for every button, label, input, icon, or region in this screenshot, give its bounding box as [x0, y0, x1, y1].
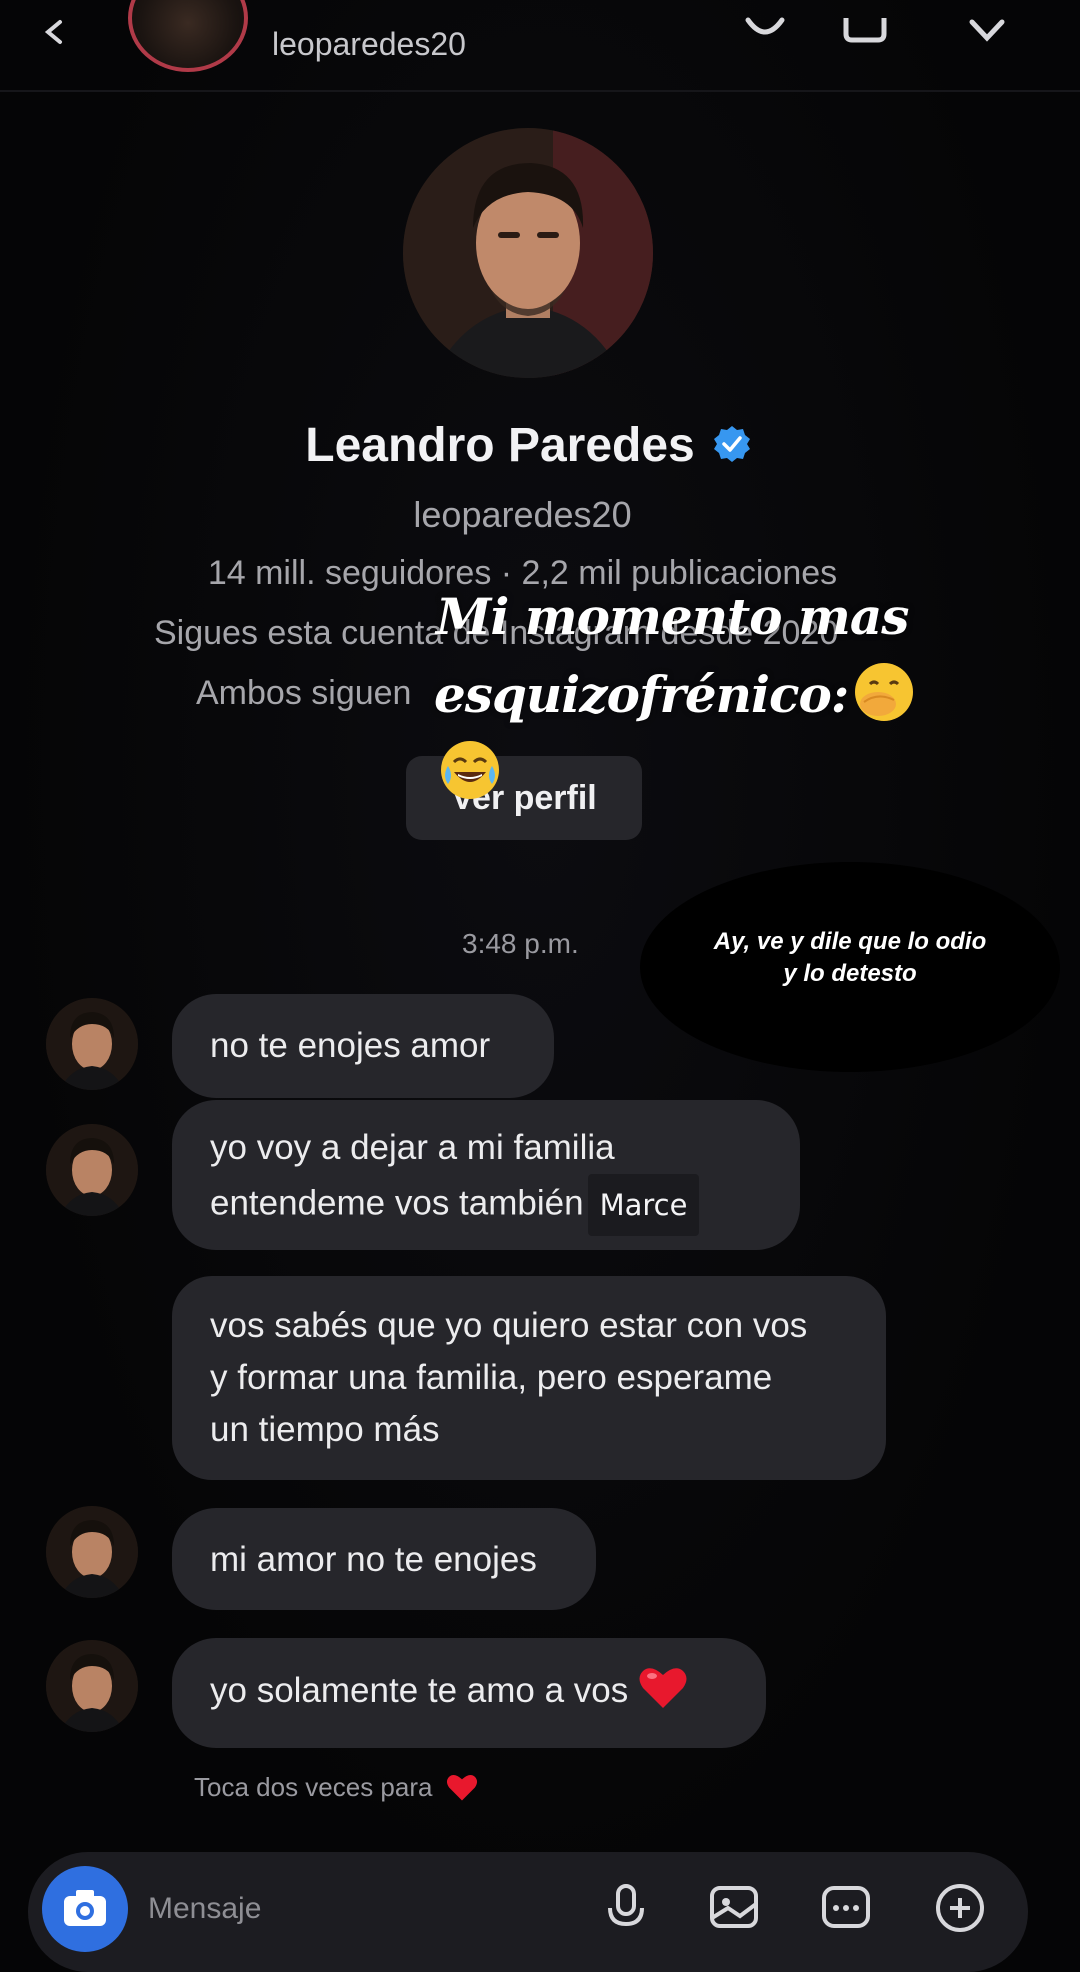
caption-line2: y lo detesto	[783, 960, 917, 987]
call-icon[interactable]	[740, 14, 790, 50]
caption-text: Ay, ve y dile que lo odio y lo detesto	[640, 926, 1060, 990]
message-line: y formar una familia, pero esperame	[210, 1358, 773, 1397]
message-line: un tiempo más	[210, 1410, 440, 1449]
hand-over-mouth-emoji-icon	[855, 663, 914, 721]
caption-line1: Ay, ve y dile que lo odio	[713, 928, 987, 955]
overlay-title: Mi momento mas esquizofrénico:	[434, 578, 976, 812]
message-line-wrap: entendeme vos también Marce	[210, 1174, 762, 1236]
reaction-hint-text: Toca dos veces para	[194, 1772, 433, 1802]
red-heart-icon	[639, 1668, 687, 1708]
reaction-hint: Toca dos veces para	[194, 1772, 478, 1803]
screen: leoparedes20 Leandro Paredes leoparedes2…	[0, 0, 1080, 1972]
sender-avatar[interactable]	[46, 1506, 138, 1598]
profile-photo	[403, 128, 653, 378]
header-username[interactable]: leoparedes20	[272, 26, 466, 63]
avatar-photo	[46, 1506, 138, 1598]
message-line: entendeme vos también	[210, 1183, 584, 1223]
profile-handle: leoparedes20	[413, 494, 632, 535]
back-arrow-icon[interactable]	[40, 18, 68, 46]
message-timestamp: 3:48 p.m.	[462, 928, 579, 959]
sender-avatar[interactable]	[46, 998, 138, 1090]
add-icon[interactable]	[932, 1878, 988, 1934]
message-bubble[interactable]: vos sabés que yo quiero estar con vos y …	[172, 1276, 886, 1480]
overlay-title-line1: Mi momento mas	[436, 587, 909, 646]
message-bubble[interactable]: yo solamente te amo a vos	[172, 1638, 766, 1748]
message-line: vos sabés que yo quiero estar con vos	[210, 1306, 808, 1345]
avatar-photo	[46, 998, 138, 1090]
tears-of-joy-emoji-icon	[441, 741, 499, 799]
message-bubble[interactable]: mi amor no te enojes	[172, 1508, 596, 1610]
video-call-icon[interactable]	[840, 14, 890, 50]
profile-name: Leandro Paredes	[305, 419, 695, 472]
camera-icon	[64, 1890, 106, 1926]
sender-avatar[interactable]	[46, 1124, 138, 1216]
small-heart-icon	[446, 1775, 477, 1801]
mutual-followers-text: Ambos siguen	[196, 674, 412, 712]
message-line: yo voy a dejar a mi familia	[210, 1128, 615, 1167]
sender-avatar[interactable]	[46, 1640, 138, 1732]
chevron-down-icon[interactable]	[962, 14, 1012, 50]
name-tag: Marce	[587, 1174, 700, 1236]
message-bubble[interactable]: no te enojes amor	[172, 994, 554, 1098]
message-input[interactable]: Mensaje	[148, 1892, 261, 1926]
message-bubble[interactable]: yo voy a dejar a mi familia entendeme vo…	[172, 1100, 800, 1250]
profile-avatar[interactable]	[403, 128, 653, 378]
message-text: mi amor no te enojes	[210, 1540, 537, 1579]
overlay-title-line2: esquizofrénico:	[434, 665, 849, 724]
verified-badge-icon	[714, 426, 750, 462]
microphone-icon[interactable]	[598, 1878, 654, 1934]
camera-button[interactable]	[42, 1866, 128, 1952]
message-text: no te enojes amor	[210, 1026, 491, 1065]
overlay-title-line2-wrap: esquizofrénico:	[434, 656, 976, 812]
sticker-icon[interactable]	[818, 1878, 874, 1934]
avatar-photo	[46, 1124, 138, 1216]
avatar-photo	[46, 1640, 138, 1732]
message-text: yo solamente te amo a vos	[210, 1671, 629, 1710]
gallery-icon[interactable]	[706, 1878, 762, 1934]
